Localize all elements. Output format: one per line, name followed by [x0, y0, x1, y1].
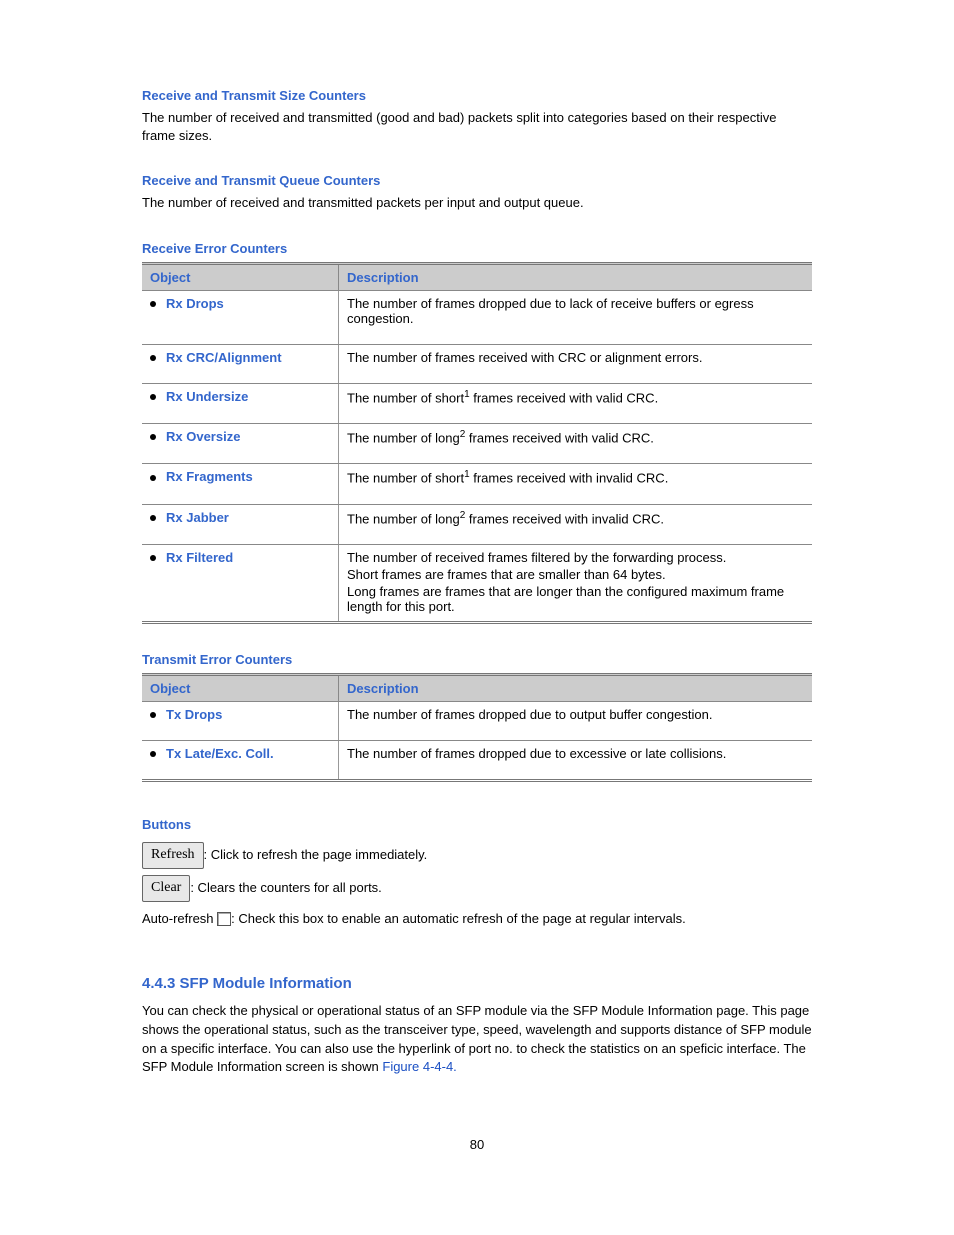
- autorefresh-line: Auto-refresh : Check this box to enable …: [142, 908, 812, 930]
- row-description: The number of short1 frames received wit…: [339, 464, 813, 504]
- refresh-button[interactable]: Refresh: [142, 842, 204, 869]
- tx-header-desc: Description: [339, 674, 813, 701]
- row-description: The number of frames dropped due to lack…: [339, 290, 813, 344]
- bullet-icon: [150, 515, 156, 521]
- rx-error-heading: Receive Error Counters: [142, 241, 812, 256]
- bullet-icon: [150, 301, 156, 307]
- bullet-icon: [150, 434, 156, 440]
- clear-line: Clear: Clears the counters for all ports…: [142, 875, 812, 902]
- bullet-icon: [150, 751, 156, 757]
- table-row: Tx Late/Exc. Coll.The number of frames d…: [142, 740, 812, 780]
- size-counters-heading: Receive and Transmit Size Counters: [142, 88, 812, 103]
- tx-header-object: Object: [142, 674, 339, 701]
- autorefresh-checkbox[interactable]: [217, 912, 231, 926]
- row-description: The number of short1 frames received wit…: [339, 383, 813, 423]
- table-row: Rx FragmentsThe number of short1 frames …: [142, 464, 812, 504]
- bullet-icon: [150, 475, 156, 481]
- row-object: Rx Jabber: [142, 504, 339, 544]
- sfp-text: You can check the physical or operationa…: [142, 1003, 812, 1075]
- table-row: Rx DropsThe number of frames dropped due…: [142, 290, 812, 344]
- queue-counters-heading: Receive and Transmit Queue Counters: [142, 173, 812, 188]
- page-number: 80: [142, 1137, 812, 1152]
- row-object: Rx Fragments: [142, 464, 339, 504]
- table-row: Rx OversizeThe number of long2 frames re…: [142, 423, 812, 463]
- row-description: The number of frames dropped due to outp…: [339, 701, 813, 740]
- row-object: Tx Late/Exc. Coll.: [142, 740, 339, 780]
- refresh-text: : Click to refresh the page immediately.: [204, 847, 428, 862]
- row-object: Rx Drops: [142, 290, 339, 344]
- size-counters-text: The number of received and transmitted (…: [142, 109, 812, 145]
- table-row: Rx CRC/AlignmentThe number of frames rec…: [142, 344, 812, 383]
- bullet-icon: [150, 712, 156, 718]
- sfp-paragraph: You can check the physical or operationa…: [142, 1002, 812, 1077]
- queue-counters-text: The number of received and transmitted p…: [142, 194, 812, 212]
- table-row: Rx FilteredThe number of received frames…: [142, 544, 812, 622]
- row-object: Rx CRC/Alignment: [142, 344, 339, 383]
- autorefresh-prefix: Auto-refresh: [142, 911, 214, 926]
- row-object: Rx Filtered: [142, 544, 339, 622]
- row-description: The number of long2 frames received with…: [339, 504, 813, 544]
- clear-button[interactable]: Clear: [142, 875, 190, 902]
- rx-error-table: Object Description Rx DropsThe number of…: [142, 262, 812, 624]
- table-row: Rx JabberThe number of long2 frames rece…: [142, 504, 812, 544]
- bullet-icon: [150, 355, 156, 361]
- table-row: Tx DropsThe number of frames dropped due…: [142, 701, 812, 740]
- refresh-line: Refresh: Click to refresh the page immed…: [142, 842, 812, 869]
- page-container: Receive and Transmit Size Counters The n…: [72, 0, 882, 1192]
- rx-header-desc: Description: [339, 263, 813, 290]
- table-row: Rx UndersizeThe number of short1 frames …: [142, 383, 812, 423]
- row-object: Rx Undersize: [142, 383, 339, 423]
- bullet-icon: [150, 555, 156, 561]
- sfp-heading: 4.4.3 SFP Module Information: [142, 975, 812, 992]
- autorefresh-text: : Check this box to enable an automatic …: [231, 911, 686, 926]
- buttons-heading: Buttons: [142, 817, 812, 832]
- tx-error-heading: Transmit Error Counters: [142, 652, 812, 667]
- rx-header-object: Object: [142, 263, 339, 290]
- clear-text: : Clears the counters for all ports.: [190, 880, 381, 895]
- sfp-figure-ref[interactable]: Figure 4-4-4.: [382, 1059, 456, 1074]
- bullet-icon: [150, 394, 156, 400]
- row-description: The number of frames dropped due to exce…: [339, 740, 813, 780]
- row-description: The number of received frames filtered b…: [339, 544, 813, 622]
- row-description: The number of frames received with CRC o…: [339, 344, 813, 383]
- row-object: Rx Oversize: [142, 423, 339, 463]
- tx-error-table: Object Description Tx DropsThe number of…: [142, 673, 812, 782]
- row-object: Tx Drops: [142, 701, 339, 740]
- row-description: The number of long2 frames received with…: [339, 423, 813, 463]
